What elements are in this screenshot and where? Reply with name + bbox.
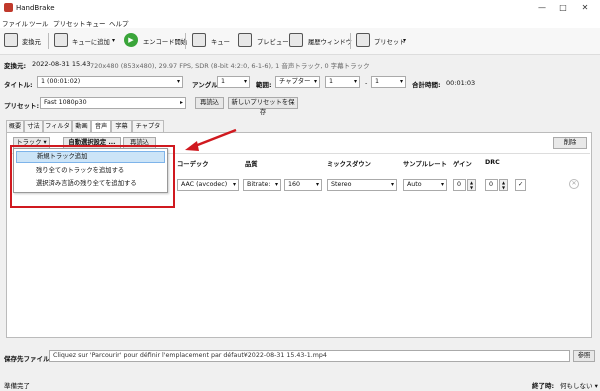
status-bar: 準備完了 終了時: 何もしない ▾	[0, 376, 600, 391]
when-done-select[interactable]: 何もしない ▾	[560, 380, 598, 390]
annotation-arrow-icon	[185, 128, 237, 151]
chevron-down-icon: ▾	[594, 382, 598, 390]
destination-label: 保存先ファイル:	[4, 355, 53, 363]
status-text: 準備完了	[4, 382, 30, 390]
browse-button[interactable]: 参照	[573, 350, 595, 362]
destination-input[interactable]: Cliquez sur 'Parcourir' pour définir l'e…	[49, 350, 570, 362]
when-done-label: 終了時:	[532, 382, 555, 390]
